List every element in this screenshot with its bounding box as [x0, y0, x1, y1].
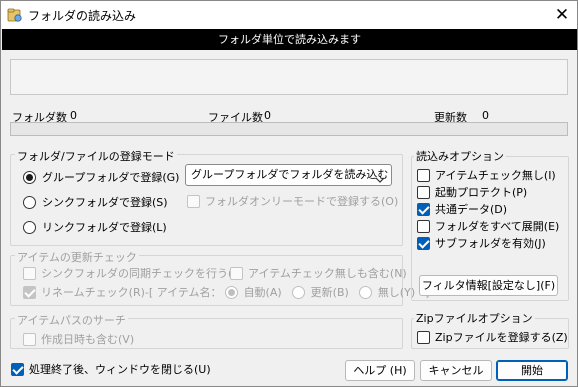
window-title: フォルダの読み込み: [28, 9, 137, 23]
title-bar[interactable]: フォルダの読み込み ✕: [1, 1, 577, 29]
radio-sync-folder[interactable]: シンクフォルダで登録(S): [23, 194, 168, 210]
item-nocheck-include-label: アイテムチェック無しも含む(N): [248, 267, 407, 280]
folder-count-value: 0: [70, 109, 77, 122]
radio-link-folder-label: リンクフォルダで登録(L): [42, 221, 167, 234]
option-common-data-label: 共通データ(D): [435, 203, 508, 216]
include-created-checkbox[interactable]: 作成日時も含む(V): [23, 331, 134, 347]
read-mode-dropdown[interactable]: グループフォルダでフォルダを読み込む: [185, 164, 392, 186]
rename-check-checkbox[interactable]: [23, 285, 36, 299]
checkbox[interactable]: [417, 185, 430, 199]
help-button[interactable]: ヘルプ (H): [345, 360, 415, 381]
checkbox[interactable]: [417, 236, 430, 250]
option-launch-protect[interactable]: 起動プロテクト(P): [417, 184, 527, 200]
radio-none-label: 無し(Y): [377, 286, 416, 299]
progress-bar: [10, 122, 568, 136]
registration-mode-label: フォルダ/ファイルの登録モード: [15, 148, 177, 164]
checkbox[interactable]: [11, 362, 24, 376]
option-item-nocheck[interactable]: アイテムチェック無し(I): [417, 167, 556, 183]
option-item-nocheck-label: アイテムチェック無し(I): [435, 169, 556, 182]
checkbox[interactable]: [417, 330, 430, 344]
register-zip-checkbox[interactable]: Zipファイルを登録する(Z): [417, 329, 568, 345]
filter-info-button[interactable]: フィルタ情報[設定なし](F): [419, 275, 558, 296]
option-expand-all[interactable]: フォルダをすべて展開(E): [417, 218, 559, 234]
banner: フォルダ単位で読み込みます: [2, 29, 577, 50]
radio-none[interactable]: [358, 285, 372, 299]
radio-group-folder-label: グループフォルダで登録(G): [42, 171, 180, 184]
radio-button[interactable]: [23, 170, 36, 184]
radio-sync-folder-label: シンクフォルダで登録(S): [42, 196, 168, 209]
read-options-label: 読込みオプション: [414, 148, 506, 164]
checkbox[interactable]: [23, 332, 36, 346]
message-area: [10, 59, 568, 95]
folder-read-app-icon: [7, 7, 23, 23]
checkbox[interactable]: [230, 266, 243, 280]
close-after-checkbox[interactable]: 処理終了後、ウィンドウを閉じる(U): [11, 361, 211, 377]
read-mode-dropdown-value: グループフォルダでフォルダを読み込む: [191, 168, 389, 181]
checkbox[interactable]: [23, 266, 36, 280]
checkbox[interactable]: [417, 219, 430, 233]
checkbox[interactable]: [417, 202, 430, 216]
radio-link-folder[interactable]: リンクフォルダで登録(L): [23, 219, 167, 235]
checkbox[interactable]: [417, 168, 430, 182]
radio-group-folder[interactable]: グループフォルダで登録(G): [23, 169, 179, 185]
item-nocheck-include-checkbox[interactable]: アイテムチェック無しも含む(N): [230, 265, 407, 281]
cancel-button[interactable]: キャンセル: [420, 360, 492, 381]
radio-update-label: 更新(B): [310, 286, 349, 299]
radio-button[interactable]: [23, 195, 36, 209]
option-common-data[interactable]: 共通データ(D): [417, 201, 507, 217]
option-expand-all-label: フォルダをすべて展開(E): [435, 220, 560, 233]
rename-check-row: リネームチェック(R)-[ アイテム名： 自動(A) 更新(B) 無し(Y) ]: [23, 284, 429, 300]
sync-check-checkbox[interactable]: シンクフォルダの同期チェックを行う(K): [23, 265, 244, 281]
update-check-label: アイテムの更新チェック: [15, 249, 139, 265]
close-icon[interactable]: ✕: [549, 4, 575, 26]
radio-auto[interactable]: [224, 285, 238, 299]
update-count-value: 0: [482, 109, 489, 122]
chevron-down-icon: [375, 171, 385, 183]
close-after-label: 処理終了後、ウィンドウを閉じる(U): [29, 363, 211, 376]
file-count-value: 0: [264, 109, 271, 122]
path-search-label: アイテムパスのサーチ: [15, 312, 128, 328]
radio-button[interactable]: [23, 220, 36, 234]
checkbox[interactable]: [187, 194, 200, 208]
option-subfolder-enable[interactable]: サブフォルダを有効(J): [417, 235, 546, 251]
option-launch-protect-label: 起動プロテクト(P): [435, 186, 528, 199]
rename-check-label: リネームチェック(R)-[ アイテム名：: [41, 286, 222, 299]
folder-only-mode-checkbox[interactable]: フォルダオンリーモードで登録する(O): [187, 193, 398, 209]
register-zip-label: Zipファイルを登録する(Z): [435, 331, 568, 344]
zip-options-label: Zipファイルオプション: [414, 310, 535, 326]
start-button[interactable]: 開始: [496, 360, 568, 381]
folder-only-mode-label: フォルダオンリーモードで登録する(O): [205, 195, 399, 208]
sync-check-label: シンクフォルダの同期チェックを行う(K): [41, 267, 244, 280]
include-created-label: 作成日時も含む(V): [41, 333, 135, 346]
option-subfolder-enable-label: サブフォルダを有効(J): [435, 237, 546, 250]
radio-update[interactable]: [291, 285, 305, 299]
radio-auto-label: 自動(A): [243, 286, 282, 299]
folder-import-dialog: フォルダの読み込み ✕ フォルダ単位で読み込みます フォルダ数 0 ファイル数 …: [0, 0, 578, 387]
